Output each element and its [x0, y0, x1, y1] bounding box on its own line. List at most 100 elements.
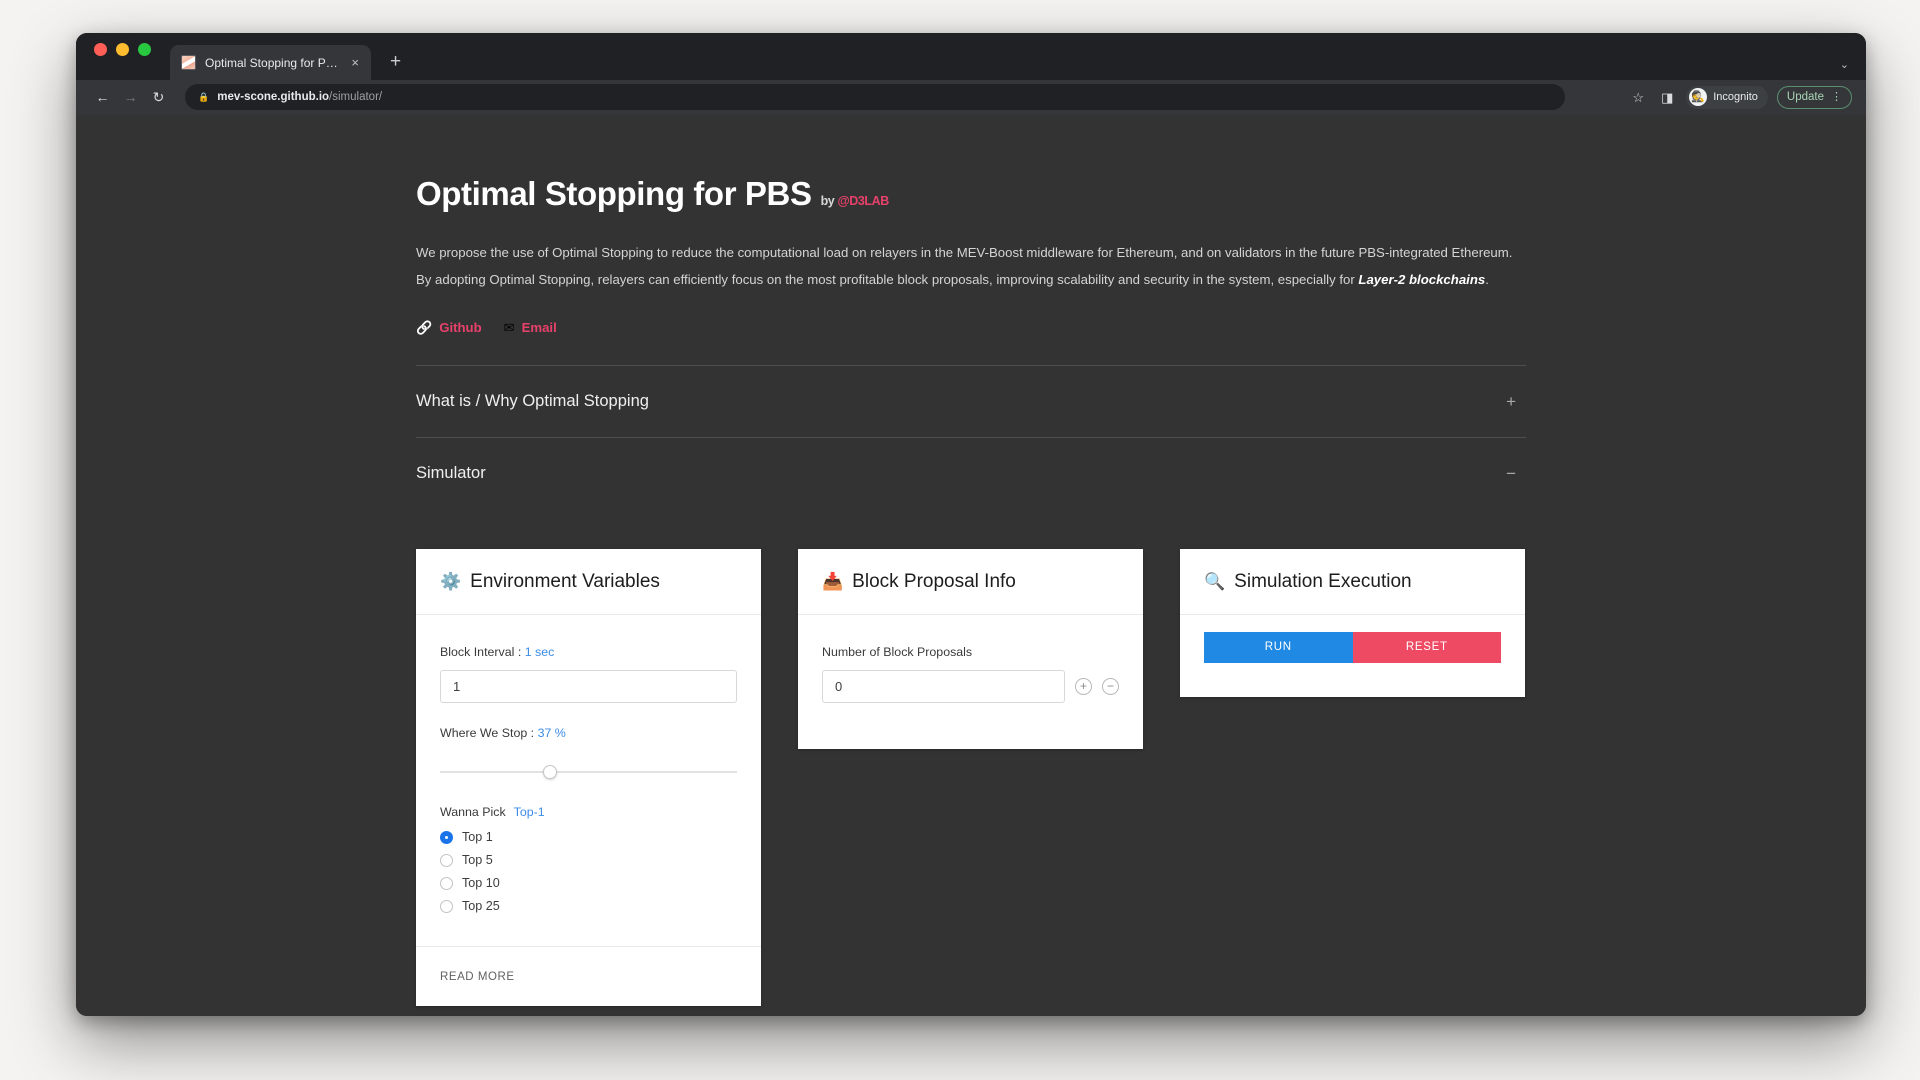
intro-emphasis: Layer-2 blockchains [1358, 272, 1486, 288]
window-traffic-lights [94, 33, 151, 80]
wanna-pick-value: Top-1 [513, 804, 545, 819]
email-link-label: Email [521, 319, 557, 335]
card-footer: READ MORE [416, 945, 761, 1006]
menu-kebab-icon[interactable]: ⋮ [1831, 91, 1842, 103]
toolbar-actions: ☆ ◨ 🕵 Incognito Update ⋮ [1628, 85, 1852, 109]
reload-button[interactable]: ↻ [146, 85, 171, 110]
expand-plus-icon[interactable]: + [1506, 393, 1526, 410]
radio-option-top-1[interactable]: Top 1 [440, 826, 737, 849]
intro-paragraph: We propose the use of Optimal Stopping t… [416, 239, 1526, 294]
card-title: Simulation Execution [1234, 570, 1412, 592]
block-interval-input[interactable]: 1 [440, 669, 737, 703]
content-container: Optimal Stopping for PBS by @D3LAB We pr… [416, 175, 1526, 1016]
simulator-cards: ⚙️ Environment Variables Block Interval … [416, 548, 1526, 1014]
increment-button[interactable]: + [1075, 677, 1092, 695]
read-more-button[interactable]: READ MORE [440, 971, 515, 983]
page-title-text: Optimal Stopping for PBS [416, 174, 812, 212]
decrement-button[interactable]: − [1102, 677, 1119, 695]
slider-track [440, 770, 737, 773]
run-button[interactable]: RUN [1204, 631, 1353, 663]
radio-label: Top 25 [462, 899, 500, 914]
card-title: Block Proposal Info [852, 570, 1016, 592]
page-title: Optimal Stopping for PBS by @D3LAB [416, 175, 1526, 213]
slider-thumb[interactable] [542, 764, 557, 779]
browser-toolbar: ← → ↻ 🔒 mev-scone.github.io/simulator/ ☆… [76, 80, 1866, 115]
url-host: mev-scone.github.io [217, 91, 330, 104]
link-chain-icon: 🔗 [416, 319, 433, 335]
new-tab-button[interactable]: + [385, 52, 406, 71]
card-simulation-execution: 🔍 Simulation Execution RUN RESET [1180, 548, 1525, 697]
close-window-button[interactable] [94, 43, 107, 56]
block-interval-label: Block Interval : 1 sec [440, 645, 737, 659]
side-panel-icon[interactable]: ◨ [1657, 91, 1677, 104]
radio-option-top-25[interactable]: Top 25 [440, 895, 737, 918]
update-label: Update [1786, 91, 1824, 104]
where-we-stop-slider[interactable] [440, 763, 737, 781]
bookmark-star-icon[interactable]: ☆ [1628, 91, 1648, 104]
author-handle-link[interactable]: @D3LAB [837, 194, 889, 208]
maximize-window-button[interactable] [138, 43, 151, 56]
radio-indicator[interactable] [440, 876, 453, 890]
social-links: 🔗 Github ✉ Email [416, 320, 1526, 335]
radio-indicator[interactable] [440, 853, 453, 867]
lock-icon: 🔒 [198, 91, 210, 102]
radio-label: Top 5 [462, 853, 493, 868]
url-text: mev-scone.github.io/simulator/ [217, 91, 382, 103]
browser-tab[interactable]: Optimal Stopping for PBS × [170, 45, 371, 80]
incognito-label: Incognito [1713, 91, 1758, 104]
section-simulator[interactable]: Simulator − [416, 438, 1526, 509]
number-of-proposals-input[interactable]: 0 [822, 669, 1065, 703]
incognito-badge[interactable]: 🕵 Incognito [1686, 85, 1768, 109]
incognito-avatar-icon: 🕵 [1689, 88, 1708, 107]
favicon-icon [181, 55, 196, 70]
email-link[interactable]: ✉ Email [504, 320, 557, 335]
collapse-minus-icon[interactable]: − [1506, 465, 1526, 482]
url-path: /simulator/ [329, 91, 383, 104]
forward-button[interactable]: → [118, 85, 143, 110]
intro-text-part1: We propose the use of Optimal Stopping t… [416, 244, 1513, 288]
magnifying-glass-icon: 🔍 [1204, 572, 1226, 592]
page-viewport: Optimal Stopping for PBS by @D3LAB We pr… [76, 114, 1866, 1016]
wanna-pick-radio-group: Top 1 Top 5 Top 10 Top 25 [440, 826, 737, 918]
radio-option-top-5[interactable]: Top 5 [440, 849, 737, 872]
card-title: Environment Variables [470, 570, 660, 592]
section-title: What is / Why Optimal Stopping [416, 391, 649, 410]
card-header: 🔍 Simulation Execution [1180, 549, 1525, 615]
wanna-pick-label: Wanna Pick [440, 804, 506, 819]
radio-indicator[interactable] [440, 899, 453, 913]
tab-strip: Optimal Stopping for PBS × + ⌄ [76, 33, 1866, 80]
close-tab-icon[interactable]: × [348, 54, 362, 71]
section-what-is-why[interactable]: What is / Why Optimal Stopping + [416, 366, 1526, 437]
byline: by @D3LAB [821, 194, 890, 208]
card-body: Block Interval : 1 sec 1 Where We Stop :… [416, 615, 761, 918]
radio-label: Top 1 [462, 830, 493, 845]
where-we-stop-label: Where We Stop : 37 % [440, 726, 737, 740]
radio-label: Top 10 [462, 876, 500, 891]
gear-icon: ⚙️ [440, 572, 462, 592]
github-link[interactable]: 🔗 Github [416, 320, 482, 335]
chevron-down-icon[interactable]: ⌄ [1840, 60, 1849, 71]
update-button[interactable]: Update ⋮ [1776, 85, 1852, 109]
block-interval-label-text: Block Interval : [440, 644, 522, 659]
card-environment-variables: ⚙️ Environment Variables Block Interval … [416, 548, 761, 1006]
where-we-stop-value: 37 % [537, 725, 566, 740]
card-header: ⚙️ Environment Variables [416, 549, 761, 615]
radio-indicator[interactable] [440, 830, 453, 844]
minimize-window-button[interactable] [116, 43, 129, 56]
execution-buttons: RUN RESET [1204, 631, 1501, 663]
number-of-proposals-row: 0 + − [822, 669, 1119, 703]
card-body: Number of Block Proposals 0 + − [798, 615, 1143, 749]
block-interval-value: 1 sec [524, 644, 555, 659]
simulator-panel: ⚙️ Environment Variables Block Interval … [416, 509, 1526, 1014]
address-bar[interactable]: 🔒 mev-scone.github.io/simulator/ [185, 84, 1565, 111]
card-block-proposal-info: 📥 Block Proposal Info Number of Block Pr… [798, 548, 1143, 749]
intro-text-part2: . [1485, 272, 1489, 288]
card-header: 📥 Block Proposal Info [798, 549, 1143, 615]
card-body: RUN RESET [1180, 615, 1525, 697]
envelope-icon: ✉ [503, 319, 515, 335]
back-button[interactable]: ← [90, 85, 115, 110]
reset-button[interactable]: RESET [1352, 631, 1501, 663]
inbox-tray-icon: 📥 [822, 572, 844, 592]
radio-option-top-10[interactable]: Top 10 [440, 872, 737, 895]
browser-window: Optimal Stopping for PBS × + ⌄ ← → ↻ 🔒 m… [76, 33, 1866, 1016]
